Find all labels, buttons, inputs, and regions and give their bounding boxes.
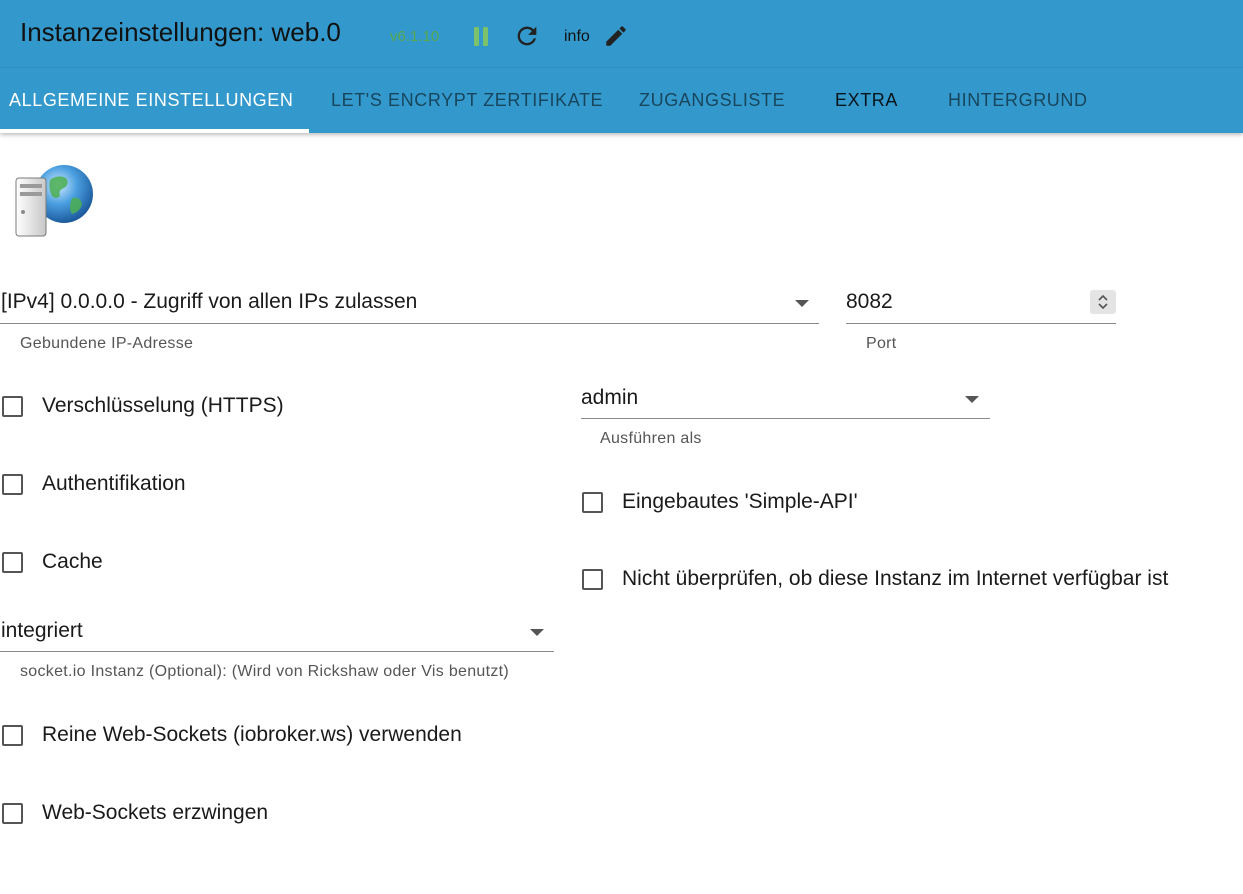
checkbox-box[interactable] [582,568,603,590]
port-underline [846,323,1116,324]
bind-ip-select[interactable]: [IPv4] 0.0.0.0 - Zugriff von allen IPs z… [1,290,417,314]
checkbox-simple-api[interactable]: Eingebautes 'Simple-API' [582,490,858,514]
tab-general-settings[interactable]: ALLGEMEINE EINSTELLUNGEN [9,68,293,133]
tab-background[interactable]: HINTERGRUND [948,68,1088,133]
version-label: v6.1.10 [390,28,440,45]
checkbox-label: Authentifikation [42,472,186,495]
edit-info-button[interactable] [602,22,630,50]
refresh-icon [517,26,537,46]
checkbox-label: Nicht überprüfen, ob diese Instanz im In… [622,567,1169,590]
tab-lets-encrypt[interactable]: LET'S ENCRYPT ZERTIFIKATE [331,68,603,133]
checkbox-box[interactable] [2,551,23,573]
checkbox-cache[interactable]: Cache [2,550,103,574]
checkbox-pure-websockets[interactable]: Reine Web-Sockets (iobroker.ws) verwende… [2,723,462,747]
run-as-select[interactable]: admin [581,386,638,410]
socketio-select[interactable]: integriert [1,619,83,643]
web-server-globe-icon [15,165,93,237]
pause-button[interactable] [470,25,492,47]
port-label: Port [866,335,897,352]
checkbox-label: Web-Sockets erzwingen [42,801,269,824]
checkbox-box[interactable] [2,473,23,495]
refresh-button[interactable] [512,21,542,51]
checkbox-box[interactable] [2,802,23,824]
socketio-label: socket.io Instanz (Optional): (Wird von … [20,663,510,680]
spinner-arrows-icon [1098,294,1108,310]
checkbox-force-websockets[interactable]: Web-Sockets erzwingen [2,801,268,825]
pencil-icon [606,26,626,46]
tab-access-list[interactable]: ZUGANGSLISTE [639,68,785,133]
checkbox-label: Cache [42,550,103,573]
port-input[interactable]: 8082 [846,290,893,314]
checkbox-no-internet-check[interactable]: Nicht überprüfen, ob diese Instanz im In… [582,567,1168,591]
checkbox-https[interactable]: Verschlüsselung (HTTPS) [2,394,284,418]
tab-bar: ALLGEMEINE EINSTELLUNGEN LET'S ENCRYPT Z… [0,68,1243,133]
port-spinner[interactable] [1090,290,1116,314]
pause-icon [472,26,490,46]
caret-down-icon[interactable] [530,629,544,636]
bind-ip-underline [0,323,819,324]
caret-down-icon[interactable] [795,300,809,307]
app-bar: Instanzeinstellungen: web.0 v6.1.10 info… [0,0,1243,133]
info-label: info [564,28,590,45]
checkbox-box[interactable] [2,395,23,417]
checkbox-auth[interactable]: Authentifikation [2,472,186,496]
page-title: Instanzeinstellungen: web.0 [20,17,341,47]
checkbox-label: Verschlüsselung (HTTPS) [42,394,284,417]
checkbox-box[interactable] [2,724,23,746]
run-as-underline [581,418,990,419]
app-bar-header: Instanzeinstellungen: web.0 v6.1.10 info [0,0,1243,67]
checkbox-label: Eingebautes 'Simple-API' [622,490,858,513]
run-as-label: Ausführen als [600,430,702,447]
checkbox-label: Reine Web-Sockets (iobroker.ws) verwende… [42,723,462,746]
caret-down-icon[interactable] [965,396,979,403]
tab-extra[interactable]: EXTRA [835,68,898,133]
checkbox-box[interactable] [582,491,603,513]
socketio-underline [0,651,554,652]
bind-ip-label: Gebundene IP-Adresse [20,335,194,352]
active-tab-indicator [0,129,309,133]
